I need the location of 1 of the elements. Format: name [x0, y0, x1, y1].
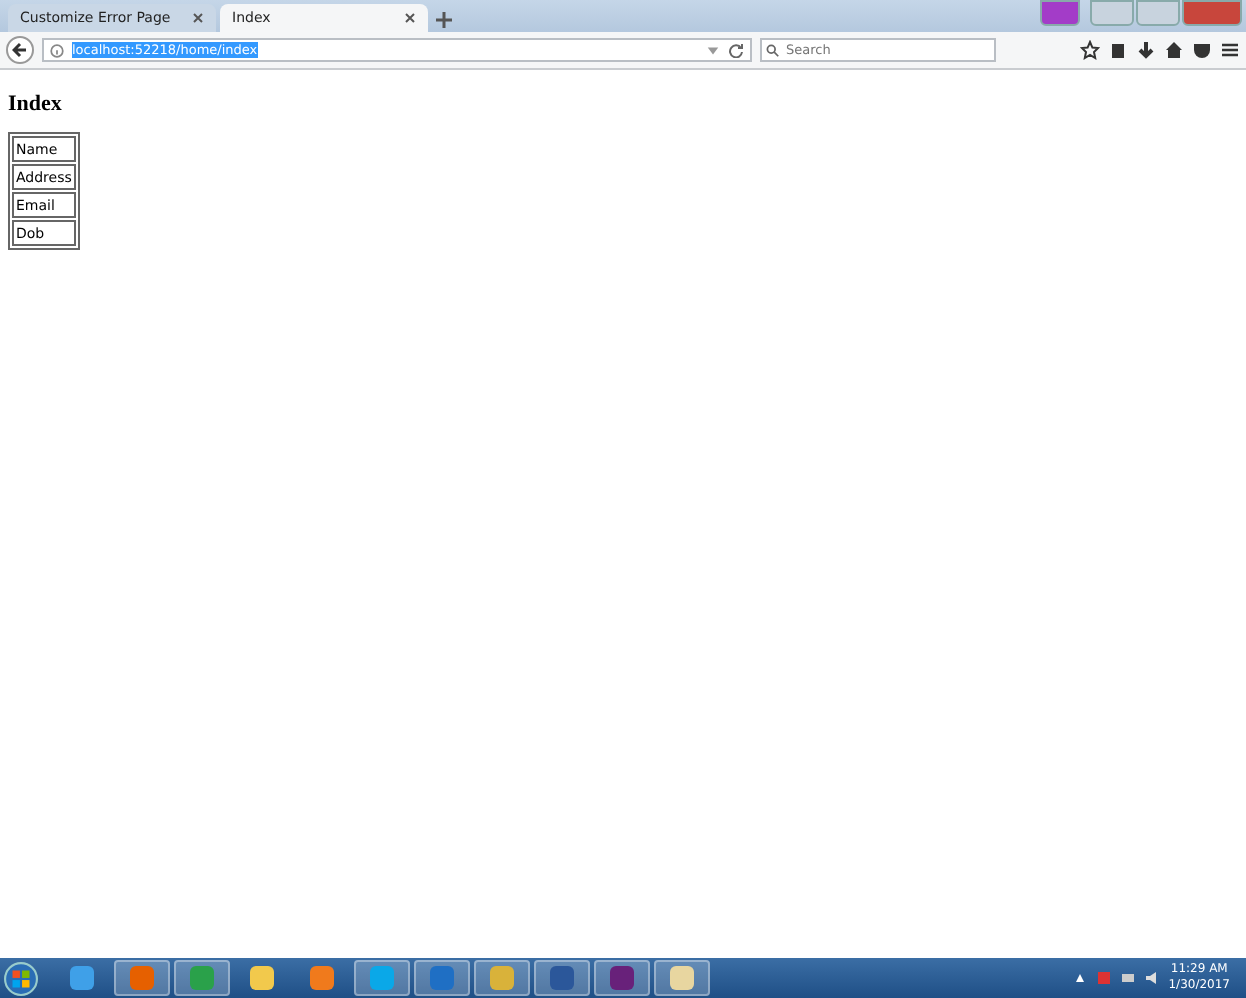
page-heading: Index — [8, 92, 64, 116]
